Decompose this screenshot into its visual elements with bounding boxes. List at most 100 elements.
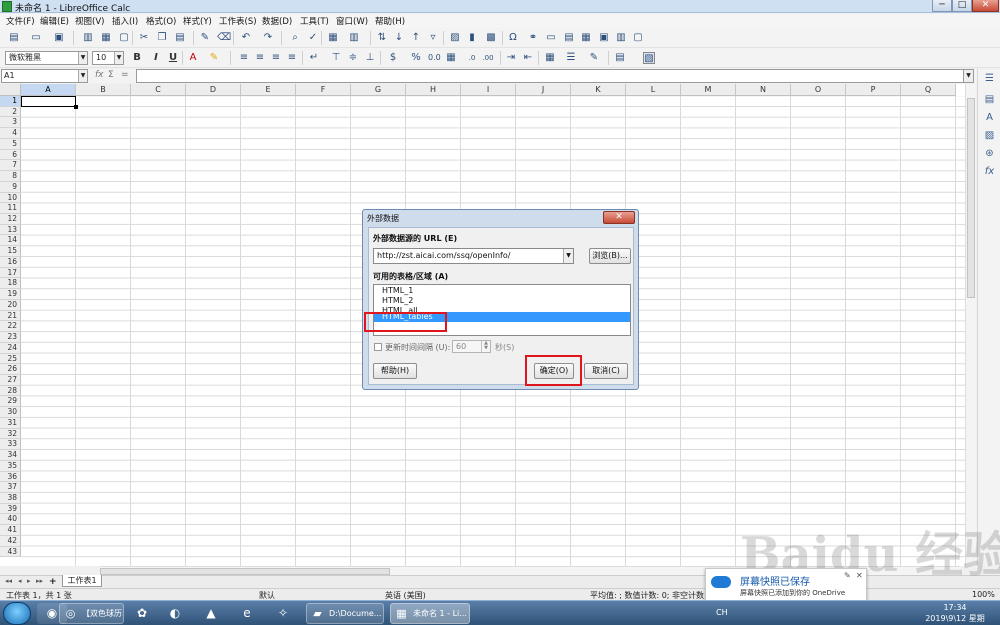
align-left-icon[interactable]: ≡: [238, 52, 250, 64]
redo-icon[interactable]: ↷: [262, 32, 274, 44]
input-language[interactable]: CH: [716, 608, 728, 617]
row-header[interactable]: 28: [0, 385, 21, 397]
scroll-thumb[interactable]: [967, 98, 975, 298]
menu-data[interactable]: 数据(D): [262, 15, 292, 27]
align-middle-icon[interactable]: ≑: [347, 52, 359, 64]
start-button[interactable]: [3, 602, 31, 625]
row-header[interactable]: 12: [0, 214, 21, 225]
row-header[interactable]: 16: [0, 256, 21, 268]
number-format-icon[interactable]: 0.0: [428, 52, 441, 64]
menu-icon[interactable]: ☰: [983, 72, 996, 85]
spin-arrows-icon[interactable]: ▲ ▼: [481, 341, 490, 352]
row-header[interactable]: 15: [0, 246, 21, 257]
update-interval-checkbox[interactable]: [374, 343, 382, 351]
find-replace-icon[interactable]: ⌕: [289, 32, 301, 44]
export-pdf-icon[interactable]: ▥: [82, 32, 94, 44]
delete-decimal-icon[interactable]: .00: [482, 52, 494, 64]
clone-format-icon[interactable]: ✎: [199, 32, 211, 44]
border-color-icon[interactable]: ✎: [588, 52, 600, 64]
row-header[interactable]: 2: [0, 106, 21, 118]
add-decimal-icon[interactable]: .0: [466, 52, 478, 64]
column-header[interactable]: N: [736, 84, 791, 96]
column-header[interactable]: L: [626, 84, 681, 96]
currency-icon[interactable]: $: [387, 52, 399, 64]
row-header[interactable]: 1: [0, 96, 21, 107]
maximize-button[interactable]: □: [952, 0, 972, 12]
menu-edit[interactable]: 编辑(E): [40, 15, 69, 27]
row-header[interactable]: 3: [0, 117, 21, 129]
row-header[interactable]: 42: [0, 535, 21, 547]
column-header[interactable]: J: [516, 84, 571, 96]
column-header[interactable]: I: [461, 84, 516, 96]
spelling-icon[interactable]: ✓: [307, 32, 319, 44]
row-header[interactable]: 18: [0, 278, 21, 290]
fill-handle[interactable]: [74, 105, 78, 109]
menu-file[interactable]: 文件(F): [6, 15, 35, 27]
column-header[interactable]: O: [791, 84, 846, 96]
paste-icon[interactable]: ▤: [174, 32, 186, 44]
font-name-combo[interactable]: 微软雅黑 ▼: [5, 51, 88, 65]
list-item[interactable]: HTML_1: [374, 286, 630, 296]
settings-icon[interactable]: ✎: [844, 571, 851, 580]
menu-window[interactable]: 窗口(W): [336, 15, 368, 27]
row-icon[interactable]: ▦: [327, 32, 339, 44]
row-header[interactable]: 20: [0, 299, 21, 311]
functions-icon[interactable]: fx: [983, 165, 996, 178]
row-header[interactable]: 37: [0, 482, 21, 493]
column-header[interactable]: D: [186, 84, 241, 96]
row-header[interactable]: 14: [0, 235, 21, 247]
align-right-icon[interactable]: ≡: [270, 52, 282, 64]
conditional-format-icon[interactable]: ▤: [614, 52, 626, 64]
column-icon[interactable]: ▥: [348, 32, 360, 44]
sheet-tab-active[interactable]: 工作表1: [62, 575, 102, 587]
font-color-icon[interactable]: A: [187, 52, 199, 64]
name-box[interactable]: A1 ▼: [1, 69, 88, 83]
app-icon[interactable]: ✧: [268, 603, 298, 624]
baidu-netdisk-icon[interactable]: ✿: [127, 603, 157, 624]
row-header[interactable]: 35: [0, 460, 21, 472]
row-header[interactable]: 21: [0, 310, 21, 322]
justify-icon[interactable]: ≡: [286, 52, 298, 64]
dialog-close-button[interactable]: ✕: [603, 211, 635, 224]
column-header[interactable]: A: [21, 84, 76, 96]
row-header[interactable]: 34: [0, 450, 21, 461]
chevron-down-icon[interactable]: ▼: [963, 69, 974, 83]
function-wizard-icon[interactable]: fx: [95, 70, 104, 80]
menu-help[interactable]: 帮助(H): [375, 15, 405, 27]
toggle-grid-icon[interactable]: ▧: [643, 52, 655, 64]
notification-close-button[interactable]: ✕: [856, 571, 863, 580]
column-header[interactable]: K: [571, 84, 626, 96]
column-header[interactable]: B: [76, 84, 131, 96]
row-header[interactable]: 25: [0, 353, 21, 365]
undo-icon[interactable]: ↶: [240, 32, 252, 44]
taskbar-button-explorer[interactable]: ▰ D:\Docume...: [306, 603, 384, 624]
row-header[interactable]: 31: [0, 417, 21, 429]
row-header[interactable]: 22: [0, 321, 21, 333]
column-header[interactable]: F: [296, 84, 351, 96]
menu-styles[interactable]: 样式(Y): [183, 15, 212, 27]
menu-view[interactable]: 视图(V): [75, 15, 104, 27]
column-header[interactable]: M: [681, 84, 736, 96]
border-style-icon[interactable]: ☰: [565, 52, 577, 64]
formula-icon[interactable]: =: [121, 70, 129, 80]
row-header[interactable]: 33: [0, 439, 21, 451]
minimize-button[interactable]: ─: [932, 0, 952, 12]
gallery-icon[interactable]: ▨: [983, 129, 996, 142]
highlight-color-icon[interactable]: ✎: [208, 52, 220, 64]
close-button[interactable]: ✕: [972, 0, 999, 12]
clear-format-icon[interactable]: ⌫: [217, 32, 231, 44]
pivot-table-icon[interactable]: ▩: [485, 32, 497, 44]
row-header[interactable]: 7: [0, 160, 21, 172]
row-header[interactable]: 10: [0, 192, 21, 204]
row-header[interactable]: 17: [0, 267, 21, 279]
hyperlink-icon[interactable]: ⚭: [527, 32, 539, 44]
row-header[interactable]: 5: [0, 138, 21, 150]
row-header[interactable]: 38: [0, 493, 21, 504]
menu-tools[interactable]: 工具(T): [300, 15, 329, 27]
open-icon[interactable]: ▭: [30, 32, 42, 44]
align-top-icon[interactable]: ⊤: [330, 52, 342, 64]
taskbar-button-lottery[interactable]: ◎【双色球历...: [59, 603, 124, 624]
percent-icon[interactable]: %: [410, 52, 422, 64]
browse-button[interactable]: 浏览(B)...: [589, 248, 631, 264]
row-header[interactable]: 41: [0, 525, 21, 536]
